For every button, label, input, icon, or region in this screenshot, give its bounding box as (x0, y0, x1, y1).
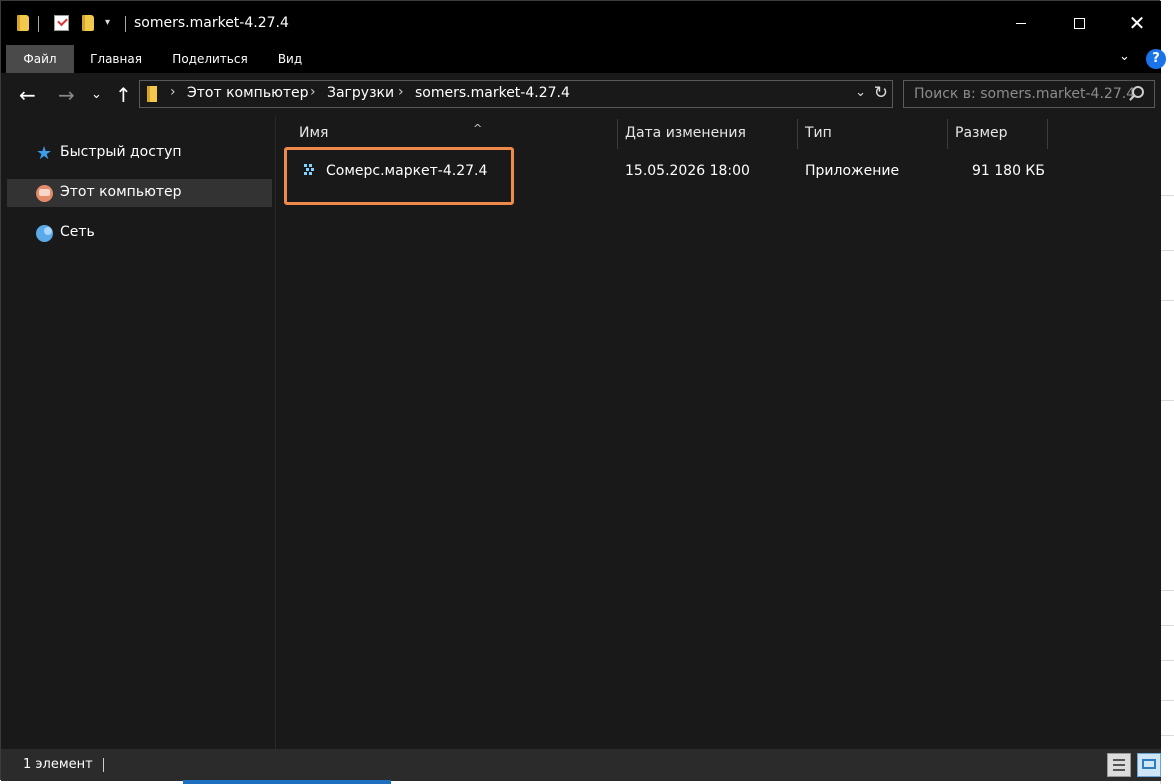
nav-item-quick-access[interactable]: ★ Быстрый доступ (7, 139, 272, 167)
qat-separator (125, 16, 126, 32)
quick-access-star-icon: ★ (36, 143, 53, 164)
large-icons-view-button[interactable] (1137, 753, 1161, 777)
column-header-label: Имя (299, 125, 329, 141)
up-arrow-icon[interactable]: ↑ (115, 83, 132, 107)
refresh-icon[interactable]: ↻ (874, 83, 888, 103)
nav-item-this-pc[interactable]: Этот компьютер (7, 179, 272, 207)
tab-share[interactable]: Поделиться (163, 45, 257, 73)
status-separator (103, 758, 104, 772)
status-bar: 1 элемент (1, 749, 1161, 781)
tab-home[interactable]: Главная (81, 45, 151, 73)
column-header-size[interactable]: Размер (955, 125, 1047, 149)
nav-item-label: Сеть (60, 224, 95, 240)
forward-arrow-icon[interactable]: → (58, 83, 75, 107)
close-icon: ✕ (1128, 11, 1146, 35)
column-header-name[interactable]: Имя ^ (299, 122, 617, 149)
navigation-pane: ★ Быстрый доступ Этот компьютер Сеть (1, 117, 275, 749)
folder-icon (17, 15, 29, 31)
file-size: 91 180 КБ (972, 163, 1045, 179)
title-bar[interactable]: ▾ somers.market-4.27.4 ✕ (1, 1, 1161, 45)
breadcrumb-downloads[interactable]: Загрузки (327, 85, 394, 101)
help-button[interactable]: ? (1146, 49, 1166, 69)
expand-ribbon-chevron-icon[interactable]: ⌄ (1119, 49, 1137, 67)
nav-item-label: Этот компьютер (60, 184, 182, 200)
details-view-button[interactable] (1107, 753, 1131, 777)
large-icons-icon (1142, 759, 1156, 769)
breadcrumb-chevron-icon[interactable]: › (310, 84, 316, 100)
nav-item-network[interactable]: Сеть (7, 219, 272, 247)
sort-ascending-icon: ^ (473, 122, 483, 135)
breadcrumb-current-folder[interactable]: somers.market-4.27.4 (415, 85, 570, 101)
recent-locations-chevron-icon[interactable]: ⌄ (91, 83, 102, 107)
properties-icon[interactable] (54, 15, 69, 31)
column-header-date[interactable]: Дата изменения (625, 125, 797, 149)
address-folder-icon (147, 86, 157, 102)
breadcrumb-chevron-icon[interactable]: › (398, 84, 404, 100)
highlight-annotation-box (284, 147, 514, 205)
item-count: 1 элемент (23, 757, 93, 772)
column-divider[interactable] (1047, 119, 1048, 149)
taskbar-edge (183, 780, 391, 784)
search-box[interactable]: Поиск в: somers.market-4.27.4 (903, 80, 1155, 108)
maximize-button[interactable] (1050, 1, 1108, 45)
file-type: Приложение (805, 163, 900, 179)
search-icon[interactable] (1132, 86, 1144, 98)
background-window-edge (1160, 0, 1174, 784)
navigation-bar: ← → ⌄ ↑ › Этот компьютер › Загрузки › so… (1, 73, 1161, 117)
tab-file[interactable]: Файл (6, 45, 74, 73)
back-arrow-icon[interactable]: ← (19, 83, 36, 107)
new-folder-icon[interactable] (82, 15, 94, 31)
address-history-chevron-icon[interactable]: ⌄ (855, 85, 866, 100)
column-divider[interactable] (947, 119, 948, 149)
maximize-icon (1073, 17, 1085, 29)
breadcrumb-this-pc[interactable]: Этот компьютер (187, 85, 309, 101)
nav-item-label: Быстрый доступ (60, 144, 182, 160)
qat-separator (38, 16, 39, 32)
this-pc-icon (36, 185, 53, 202)
tab-view[interactable]: Вид (269, 45, 311, 73)
ribbon-tabs: Файл Главная Поделиться Вид ⌄ ? (1, 45, 1166, 73)
file-modified-date: 15.05.2026 18:00 (625, 163, 750, 179)
file-list-pane: Имя ^ Дата изменения Тип Размер Сомерс.м… (276, 117, 1161, 749)
network-icon (36, 225, 53, 242)
column-header-type[interactable]: Тип (805, 125, 947, 149)
minimize-icon (1016, 22, 1026, 24)
search-placeholder[interactable]: Поиск в: somers.market-4.27.4 (914, 86, 1135, 102)
breadcrumb-chevron-icon[interactable]: › (170, 84, 176, 100)
customize-quick-access-icon[interactable]: ▾ (105, 17, 110, 28)
minimize-button[interactable] (992, 1, 1050, 45)
file-explorer-window: ▾ somers.market-4.27.4 ✕ Файл Главная По… (0, 0, 1166, 781)
window-title: somers.market-4.27.4 (134, 15, 289, 31)
column-divider[interactable] (797, 119, 798, 149)
column-divider[interactable] (617, 119, 618, 149)
close-button[interactable]: ✕ (1108, 1, 1166, 45)
address-bar[interactable]: › Этот компьютер › Загрузки › somers.mar… (139, 80, 893, 108)
